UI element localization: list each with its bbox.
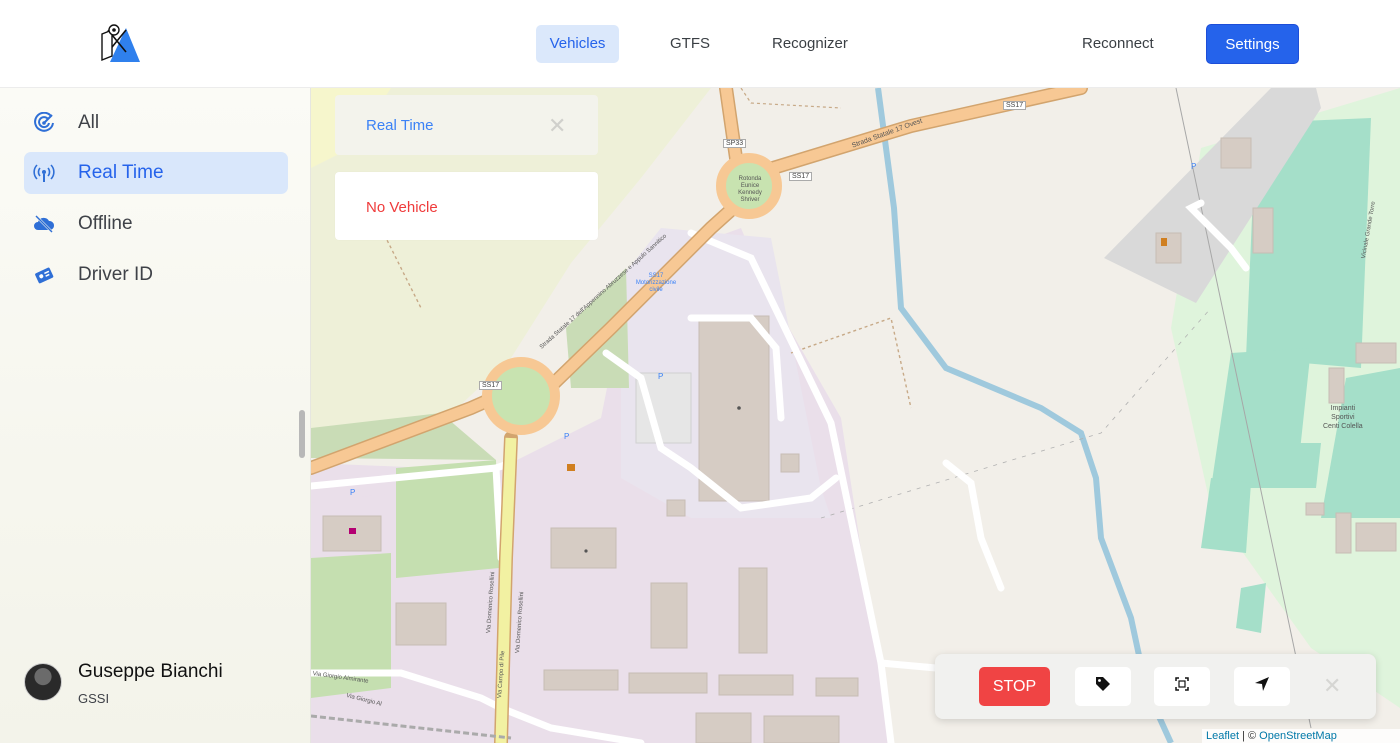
place-label-line: Centi Colella [1323, 423, 1363, 430]
place-label: Impianti Sportivi Centi Colella [1323, 404, 1363, 431]
parking-label: P [658, 372, 664, 381]
panel-title: Real Time [366, 117, 434, 134]
vehicle-list: No Vehicle [335, 172, 598, 240]
sidebar-item-offline[interactable]: Offline [24, 203, 288, 245]
focus-button[interactable] [1154, 667, 1210, 706]
road-shield: SS17 [789, 172, 813, 181]
panel-header: Real Time ✕ [335, 95, 598, 155]
nav-vehicles[interactable]: Vehicles [536, 25, 619, 63]
user-org: GSSI [78, 691, 110, 706]
nav-recognizer[interactable]: Recognizer [760, 25, 860, 63]
nav-gtfs[interactable]: GTFS [658, 25, 722, 63]
sidebar-item-label: Offline [78, 213, 133, 234]
place-label-line: Sportivi [1331, 414, 1355, 421]
broadcast-icon [33, 162, 55, 184]
osm-link[interactable]: OpenStreetMap [1259, 730, 1337, 742]
map-toolbar: STOP ✕ [935, 654, 1376, 719]
road-shield: SP33 [723, 139, 747, 148]
sidebar-item-real-time[interactable]: Real Time [24, 152, 288, 194]
map-attribution: Leaflet | © OpenStreetMap contributors [1202, 729, 1400, 743]
cloud-off-icon [33, 213, 55, 235]
id-card-icon [33, 264, 55, 286]
user-name: Guseppe Bianchi [78, 661, 223, 682]
sidebar-item-all[interactable]: All [24, 102, 288, 144]
parking-label: P [350, 488, 356, 497]
place-label-line: Impianti [1330, 405, 1356, 412]
close-icon[interactable]: ✕ [1323, 673, 1341, 699]
reconnect-button[interactable]: Reconnect [1070, 25, 1166, 63]
sidebar-scrollbar[interactable] [299, 410, 305, 458]
navigate-button[interactable] [1234, 667, 1290, 706]
road-shield: SS17 [479, 381, 503, 390]
radar-icon [33, 112, 55, 134]
attribution-sep: | © [1239, 730, 1260, 742]
avatar[interactable] [24, 663, 62, 701]
stop-button[interactable]: STOP [979, 667, 1050, 706]
place-label: SS17 Motorizzazione civile [635, 273, 677, 293]
app-logo[interactable] [100, 22, 142, 64]
focus-icon [1175, 677, 1189, 696]
sidebar-item-driver-id[interactable]: Driver ID [24, 254, 288, 296]
tag-button[interactable] [1075, 667, 1131, 706]
sidebar: All Real Time Offline Driver ID Guseppe … [0, 88, 311, 743]
sidebar-item-label: All [78, 112, 100, 133]
parking-label: P [1191, 162, 1197, 171]
parking-label: P [564, 432, 570, 441]
top-navbar: Vehicles GTFS Recognizer Reconnect Setti… [0, 0, 1400, 88]
tag-icon [1095, 676, 1111, 697]
empty-message: No Vehicle [366, 199, 438, 216]
leaflet-link[interactable]: Leaflet [1206, 730, 1239, 742]
sidebar-item-label: Real Time [78, 162, 164, 183]
place-label: Rotonda Eunice Kennedy Shriver [738, 176, 762, 203]
close-icon[interactable]: ✕ [548, 113, 566, 139]
road-shield: SS17 [1003, 101, 1027, 110]
navigate-icon [1253, 675, 1271, 698]
sidebar-item-label: Driver ID [78, 264, 153, 285]
settings-button[interactable]: Settings [1206, 24, 1299, 64]
